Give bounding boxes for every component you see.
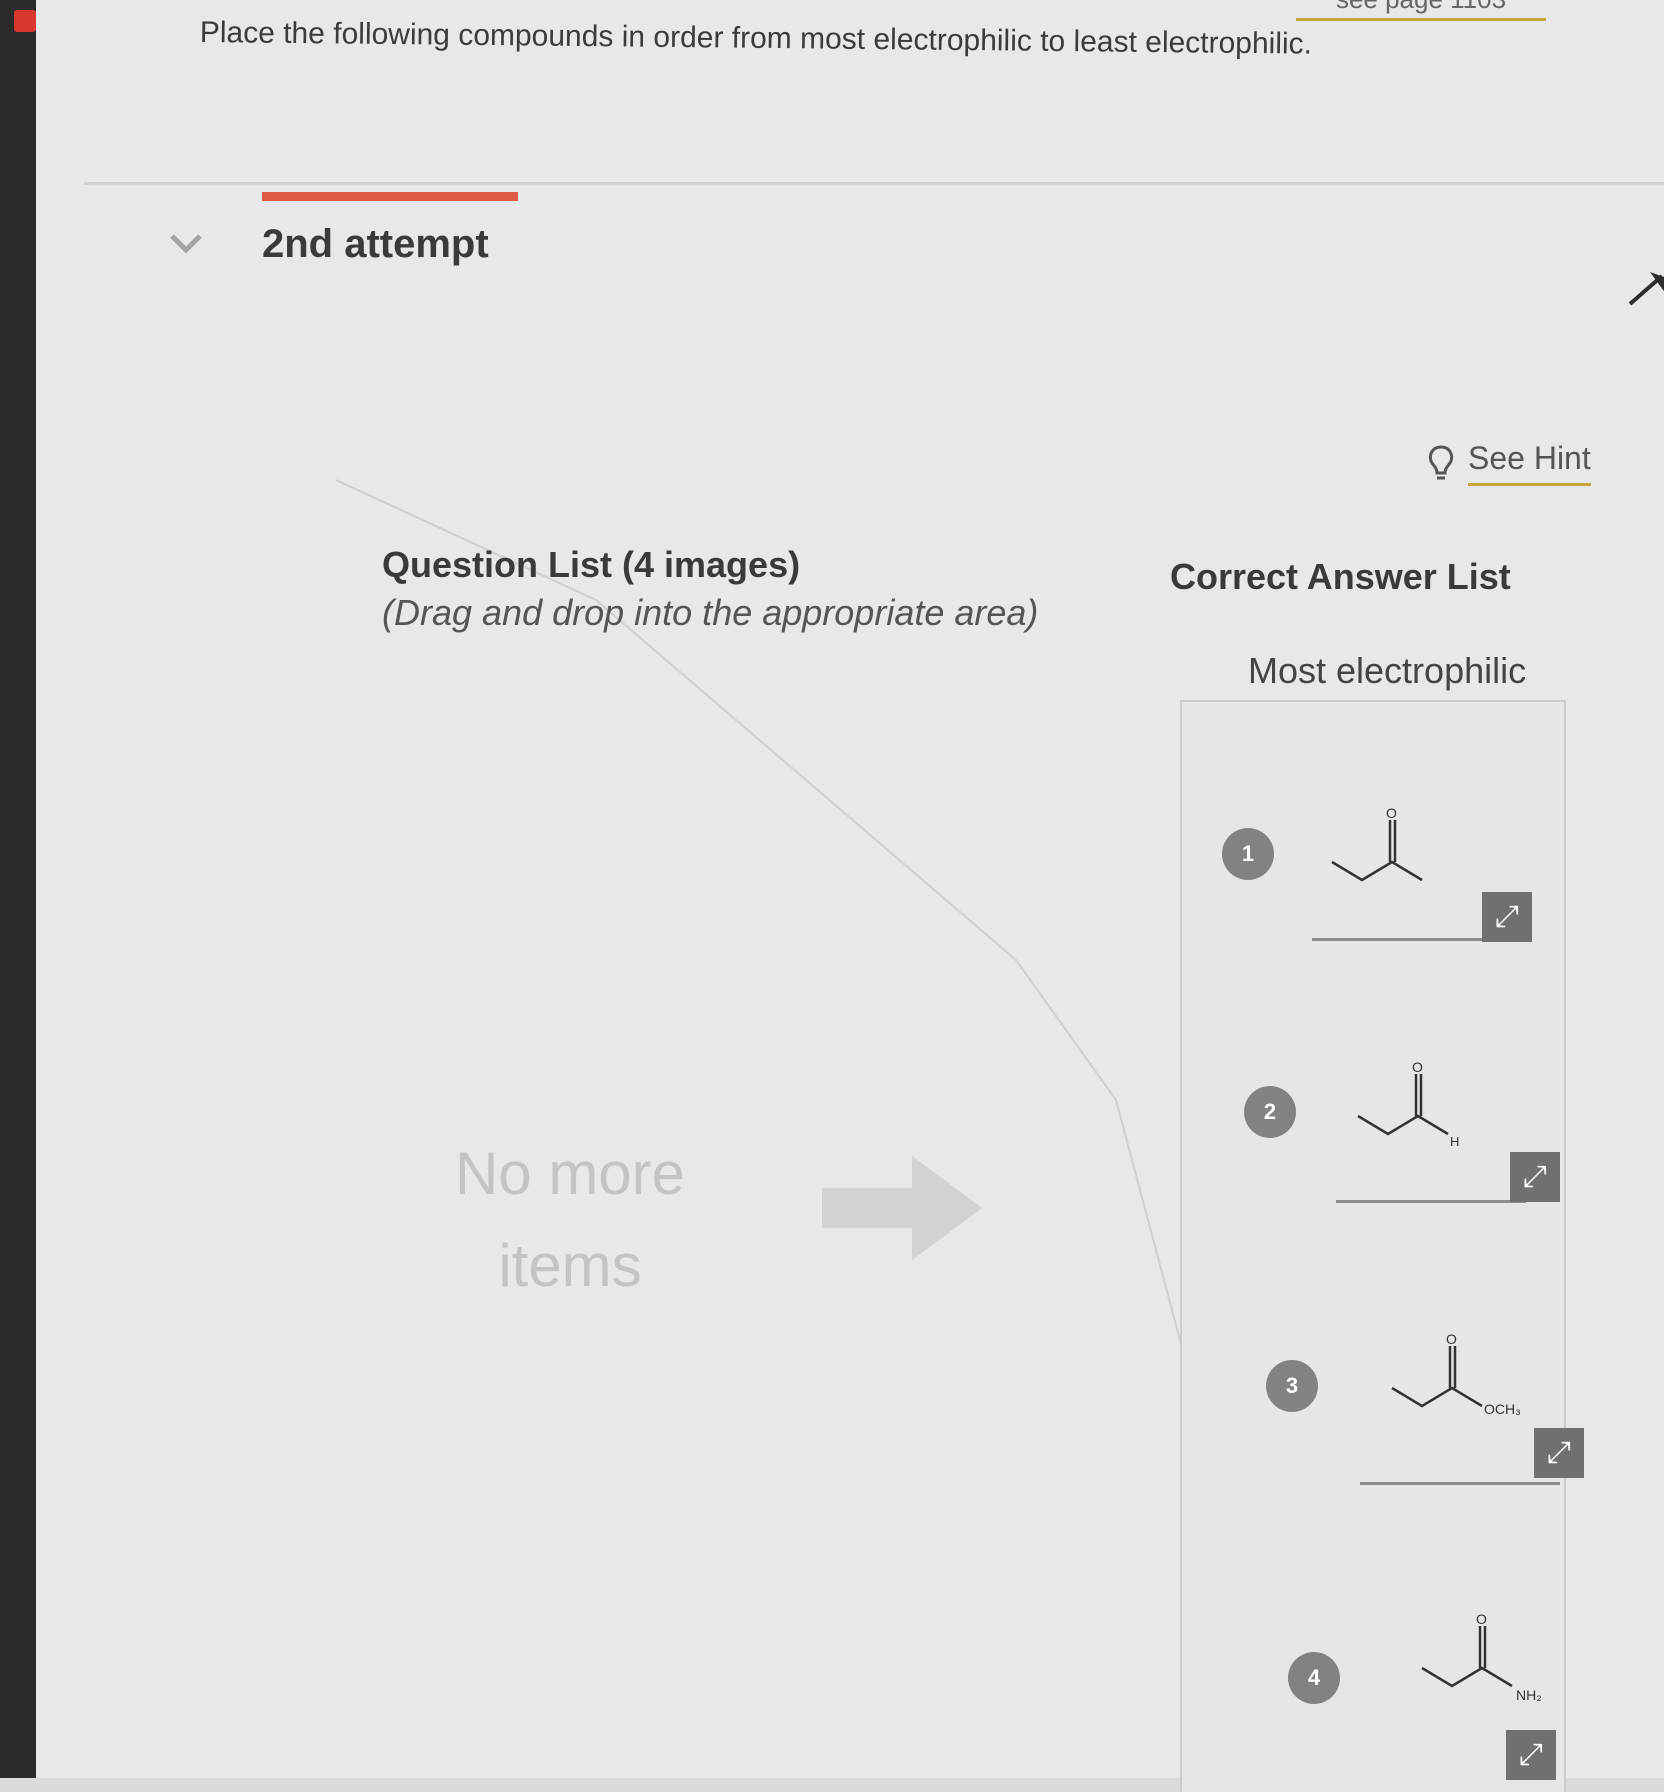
oxygen-label: O bbox=[1412, 1059, 1423, 1075]
drop-arrow-icon bbox=[822, 1156, 982, 1260]
rank-badge: 3 bbox=[1266, 1360, 1318, 1412]
device-bezel bbox=[0, 0, 36, 1778]
substituent-label: OCH₃ bbox=[1484, 1401, 1521, 1417]
empty-state-line1: No more bbox=[454, 1140, 686, 1207]
correct-answer-list-title: Correct Answer List bbox=[1170, 556, 1511, 597]
answer-drop-zone[interactable]: 1 O ⤢ 2 O H ⤢ 3 O OCH₃ ⤢ 4 O NH₂ ⤢ bbox=[1180, 700, 1584, 1792]
section-divider bbox=[84, 182, 1664, 185]
oxygen-label: O bbox=[1476, 1611, 1487, 1627]
most-electrophilic-label: Most electrophilic bbox=[1248, 650, 1527, 691]
molecule-butanone: O bbox=[1331, 805, 1423, 882]
molecule-propanal: O H bbox=[1357, 1059, 1459, 1149]
expand-icon[interactable]: ⤢ bbox=[1534, 1428, 1584, 1478]
substituent-label: NH₂ bbox=[1516, 1687, 1542, 1703]
see-hint-button[interactable]: See Hint bbox=[1426, 440, 1591, 486]
expand-icon[interactable]: ⤢ bbox=[1482, 892, 1532, 942]
oxygen-label: O bbox=[1446, 1331, 1457, 1347]
page-reference-link[interactable]: see page 1103 bbox=[1296, 0, 1546, 21]
empty-state-line2: items bbox=[498, 1232, 642, 1299]
answer-item-1[interactable]: 1 O ⤢ bbox=[1182, 702, 1562, 952]
question-page: see page 1103 Place the following compou… bbox=[36, 0, 1664, 1792]
answer-item-4[interactable]: 4 O NH₂ ⤢ bbox=[1182, 1502, 1562, 1792]
question-list-instructions: (Drag and drop into the appropriate area… bbox=[382, 592, 1039, 633]
question-list-title: Question List (4 images) bbox=[382, 544, 801, 585]
collapse-arrow-icon[interactable] bbox=[1622, 262, 1664, 312]
molecule-propanamide: O NH₂ bbox=[1421, 1611, 1542, 1703]
slot-underline bbox=[1312, 938, 1502, 941]
slot-underline bbox=[1336, 1200, 1526, 1203]
expand-icon[interactable]: ⤢ bbox=[1510, 1152, 1560, 1202]
rank-badge: 4 bbox=[1288, 1652, 1340, 1704]
question-prompt: Place the following compounds in order f… bbox=[199, 16, 1313, 61]
oxygen-label: O bbox=[1386, 805, 1397, 821]
rank-badge: 2 bbox=[1244, 1086, 1296, 1138]
molecule-methyl-propanoate: O OCH₃ bbox=[1391, 1331, 1521, 1417]
question-list-empty-state: No more items bbox=[410, 1128, 730, 1312]
answer-item-2[interactable]: 2 O H ⤢ bbox=[1182, 962, 1562, 1212]
expand-icon[interactable]: ⤢ bbox=[1506, 1730, 1556, 1780]
lightbulb-icon bbox=[1428, 445, 1454, 480]
attempt-accent-bar bbox=[262, 192, 518, 201]
see-hint-label: See Hint bbox=[1468, 440, 1591, 486]
rank-badge: 1 bbox=[1222, 828, 1274, 880]
chevron-down-icon[interactable] bbox=[166, 228, 206, 258]
answer-item-3[interactable]: 3 O OCH₃ ⤢ bbox=[1182, 1222, 1584, 1485]
slot-underline bbox=[1360, 1482, 1560, 1485]
attempt-title: 2nd attempt bbox=[262, 222, 489, 266]
recording-indicator bbox=[14, 10, 36, 32]
substituent-label: H bbox=[1450, 1134, 1459, 1149]
